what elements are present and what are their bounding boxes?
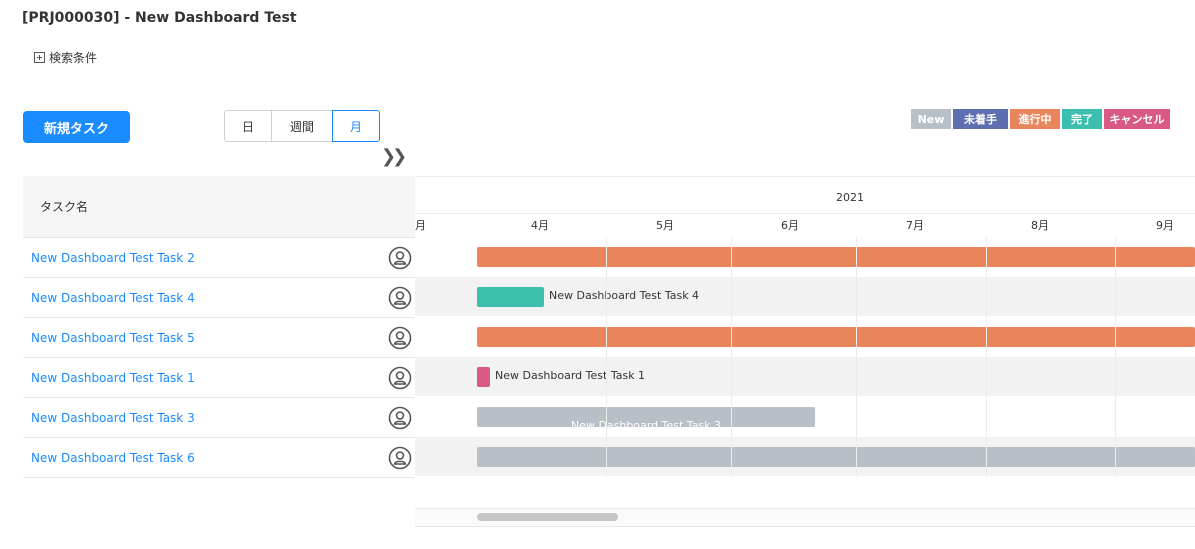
view-day-button[interactable]: 日 — [224, 110, 272, 142]
timeline-month: 5月 — [656, 219, 674, 232]
task-row: New Dashboard Test Task 3 — [23, 398, 415, 438]
gantt-row: New Dashboard Test Task 3 — [415, 397, 1195, 437]
task-bar-label: New Dashboard Test Task 1 — [495, 369, 646, 382]
gantt-row — [415, 437, 1195, 477]
user-avatar-icon[interactable] — [388, 286, 412, 310]
gridline — [1115, 237, 1116, 477]
task-name-link[interactable]: New Dashboard Test Task 3 — [31, 411, 195, 425]
view-week-button[interactable]: 週間 — [271, 110, 333, 142]
task-bar-label: New Dashboard Test Task 3 — [570, 419, 722, 432]
task-name-link[interactable]: New Dashboard Test Task 6 — [31, 451, 195, 465]
gantt-chart: 2021 月 4月 5月 6月 7月 8月 9月 New Dashboard T… — [415, 176, 1195, 478]
timeline-month: 6月 — [781, 219, 799, 232]
gridline — [731, 237, 732, 477]
status-legend: New 未着手 進行中 完了 キャンセル — [911, 109, 1172, 129]
task-bar[interactable] — [477, 367, 490, 387]
double-chevron-right-icon[interactable]: ❯❯ — [381, 146, 407, 167]
legend-completed: 完了 — [1062, 109, 1102, 129]
task-row: New Dashboard Test Task 5 — [23, 318, 415, 358]
legend-in-progress: 進行中 — [1010, 109, 1060, 129]
task-bar[interactable]: New Dashboard Test Task 3 — [477, 407, 815, 432]
view-scale-toggle: 日 週間 月 — [224, 110, 380, 142]
user-avatar-icon[interactable] — [388, 326, 412, 350]
user-avatar-icon[interactable] — [388, 446, 412, 470]
task-bar[interactable] — [477, 327, 1195, 347]
expand-plus-icon — [34, 52, 45, 63]
new-task-button[interactable]: 新規タスク — [23, 111, 130, 143]
gridline — [606, 237, 607, 477]
timeline-month: 4月 — [531, 219, 549, 232]
timeline-year-header: 2021 — [415, 176, 1195, 214]
page-title: [PRJ000030] - New Dashboard Test — [22, 10, 297, 26]
legend-new: New — [911, 109, 951, 129]
gantt-row — [415, 317, 1195, 357]
view-month-button[interactable]: 月 — [332, 110, 380, 142]
timeline-month: 8月 — [1031, 219, 1049, 232]
task-row: New Dashboard Test Task 6 — [23, 438, 415, 478]
task-bar-label: New Dashboard Test Task 4 — [549, 289, 700, 302]
task-name-column-header: タスク名 — [23, 176, 415, 238]
horizontal-scrollbar[interactable] — [415, 508, 1195, 527]
gantt-row: New Dashboard Test Task 4 — [415, 277, 1195, 317]
task-name-link[interactable]: New Dashboard Test Task 2 — [31, 251, 195, 265]
timeline-month: 7月 — [906, 219, 924, 232]
task-bar[interactable] — [477, 287, 544, 307]
user-avatar-icon[interactable] — [388, 366, 412, 390]
legend-not-started: 未着手 — [953, 109, 1008, 129]
search-conditions-toggle[interactable]: 検索条件 — [34, 49, 97, 66]
task-row: New Dashboard Test Task 1 — [23, 358, 415, 398]
gantt-row — [415, 237, 1195, 277]
gantt-rows: New Dashboard Test Task 4 New Dashboard … — [415, 237, 1195, 477]
timeline-year: 2021 — [836, 191, 864, 204]
gridline — [986, 237, 987, 477]
legend-cancelled: キャンセル — [1104, 109, 1170, 129]
task-grid: タスク名 New Dashboard Test Task 2 New Dashb… — [23, 176, 415, 478]
search-conditions-label: 検索条件 — [49, 51, 98, 65]
task-name-link[interactable]: New Dashboard Test Task 5 — [31, 331, 195, 345]
gantt-row: New Dashboard Test Task 1 — [415, 357, 1195, 397]
user-avatar-icon[interactable] — [388, 246, 412, 270]
timeline-month: 9月 — [1156, 219, 1174, 232]
task-name-link[interactable]: New Dashboard Test Task 4 — [31, 291, 195, 305]
timeline-month: 月 — [415, 219, 426, 232]
gridline — [856, 237, 857, 477]
task-bar[interactable] — [477, 447, 1195, 467]
task-bar[interactable] — [477, 247, 1195, 267]
user-avatar-icon[interactable] — [388, 406, 412, 430]
scrollbar-thumb[interactable] — [477, 513, 618, 521]
task-row: New Dashboard Test Task 2 — [23, 238, 415, 278]
task-row: New Dashboard Test Task 4 — [23, 278, 415, 318]
task-name-link[interactable]: New Dashboard Test Task 1 — [31, 371, 195, 385]
